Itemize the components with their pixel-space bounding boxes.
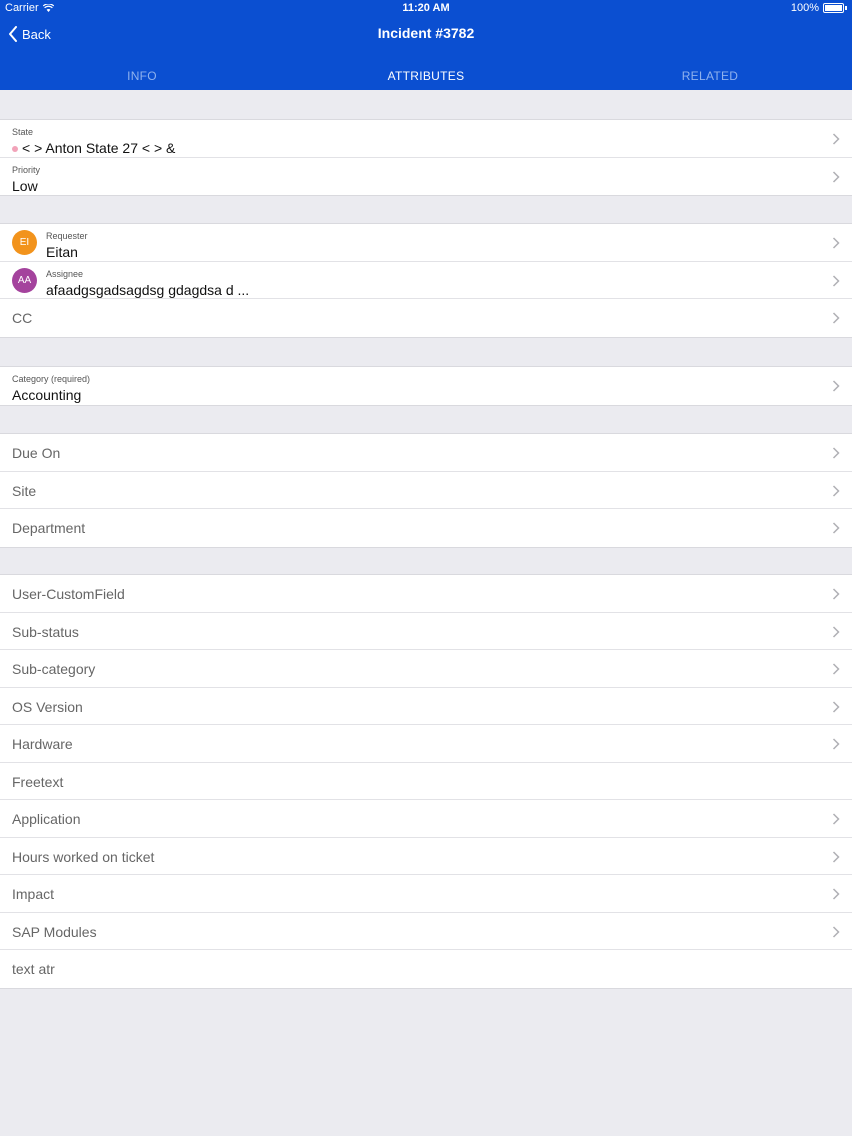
state-group: State < > Anton State 27 < > & Priority … <box>0 119 852 196</box>
chevron-right-icon <box>832 522 840 534</box>
status-bar: Carrier 11:20 AM 100% <box>0 0 852 18</box>
people-group: EI Requester Eitan AA Assignee afaadgsga… <box>0 223 852 338</box>
tab-info[interactable]: INFO <box>0 62 284 90</box>
state-dot-icon <box>12 146 18 152</box>
requester-avatar: EI <box>12 230 37 255</box>
chevron-right-icon <box>832 484 840 497</box>
dates-group: Due On Site Department <box>0 433 852 548</box>
custom-field-label: OS Version <box>12 698 83 715</box>
cc-label: CC <box>12 310 33 326</box>
battery-info: 100% <box>791 2 847 14</box>
custom-field-label: Sub-status <box>12 623 79 640</box>
page-title: Incident #3782 <box>377 25 475 41</box>
custom-field-label: Hardware <box>12 736 73 752</box>
assignee-avatar: AA <box>12 267 37 293</box>
chevron-right-icon <box>832 738 840 750</box>
custom-field-row[interactable]: OS Version <box>0 688 852 725</box>
requester-row[interactable]: EI Requester Eitan <box>0 224 852 262</box>
status-time: 11:20 AM <box>402 2 450 14</box>
state-value: < > Anton State 27 < > & <box>22 140 176 156</box>
chevron-right-icon <box>832 850 840 863</box>
assignee-label: Assignee <box>46 268 84 279</box>
category-group: Category (required) Accounting <box>0 366 852 406</box>
custom-field-row[interactable]: Freetext <box>0 763 852 800</box>
cc-row[interactable]: CC <box>0 299 852 337</box>
custom-field-label: Freetext <box>12 773 64 790</box>
chevron-right-icon <box>832 237 840 249</box>
custom-field-row[interactable]: text atr <box>0 950 852 988</box>
due-on-row[interactable]: Due On <box>0 434 852 472</box>
due-on-label: Due On <box>12 445 61 461</box>
custom-fields-group: User-CustomField Sub-status Sub-category OS… <box>0 574 852 989</box>
custom-field-label: Impact <box>12 886 55 902</box>
category-value: Accounting <box>12 387 82 403</box>
site-row[interactable]: Site <box>0 472 852 509</box>
chevron-right-icon <box>832 274 840 287</box>
tab-bar: INFO ATTRIBUTES RELATED <box>0 62 852 90</box>
custom-field-row[interactable]: SAP Modules <box>0 913 852 950</box>
battery-percent: 100% <box>790 2 819 14</box>
custom-field-row[interactable]: Impact <box>0 875 852 913</box>
custom-field-label: Application <box>12 811 81 827</box>
assignee-row[interactable]: AA Assignee afaadgsgadsagdsg gdagdsa d .… <box>0 262 852 299</box>
chevron-right-icon <box>832 888 840 900</box>
site-label: Site <box>12 482 37 499</box>
chevron-right-icon <box>832 312 840 324</box>
state-row[interactable]: State < > Anton State 27 < > & <box>0 120 852 158</box>
requester-label: Requester <box>46 231 88 241</box>
department-row[interactable]: Department <box>0 509 852 547</box>
category-label: Category (required) <box>12 374 91 384</box>
custom-field-label: User-CustomField <box>12 586 125 602</box>
chevron-right-icon <box>832 663 840 675</box>
custom-field-label: SAP Modules <box>12 923 97 940</box>
battery-icon <box>823 3 844 13</box>
assignee-value: afaadgsgadsagdsg gdagdsa d ... <box>46 281 250 298</box>
custom-field-row[interactable]: Application <box>0 800 852 838</box>
requester-value: Eitan <box>46 244 78 260</box>
priority-row[interactable]: Priority Low <box>0 158 852 196</box>
chevron-right-icon <box>832 380 840 392</box>
chevron-right-icon <box>832 925 840 938</box>
custom-field-label: text atr <box>12 961 55 977</box>
custom-field-row[interactable]: Sub-status <box>0 613 852 650</box>
chevron-right-icon <box>832 133 840 145</box>
category-row[interactable]: Category (required) Accounting <box>0 367 852 405</box>
custom-field-row[interactable]: Hours worked on ticket <box>0 838 852 875</box>
custom-field-label: Sub-category <box>12 661 96 677</box>
nav-header: Carrier 11:20 AM 100% Back Incident #378… <box>0 0 852 90</box>
chevron-right-icon <box>832 170 840 183</box>
priority-value: Low <box>12 177 38 194</box>
department-label: Department <box>12 520 86 536</box>
custom-field-row[interactable]: Sub-category <box>0 650 852 688</box>
custom-field-row[interactable]: Hardware <box>0 725 852 763</box>
chevron-right-icon <box>832 700 840 713</box>
chevron-right-icon <box>832 588 840 600</box>
chevron-right-icon <box>832 625 840 638</box>
chevron-right-icon <box>832 813 840 825</box>
tab-related[interactable]: RELATED <box>568 62 852 90</box>
priority-label: Priority <box>12 164 41 175</box>
custom-field-row[interactable]: User-CustomField <box>0 575 852 613</box>
custom-field-label: Hours worked on ticket <box>12 848 155 865</box>
state-label: State <box>12 127 34 137</box>
tab-attributes[interactable]: ATTRIBUTES <box>284 62 568 90</box>
state-value-wrap: < > Anton State 27 < > & <box>12 140 175 156</box>
chevron-right-icon <box>832 447 840 459</box>
